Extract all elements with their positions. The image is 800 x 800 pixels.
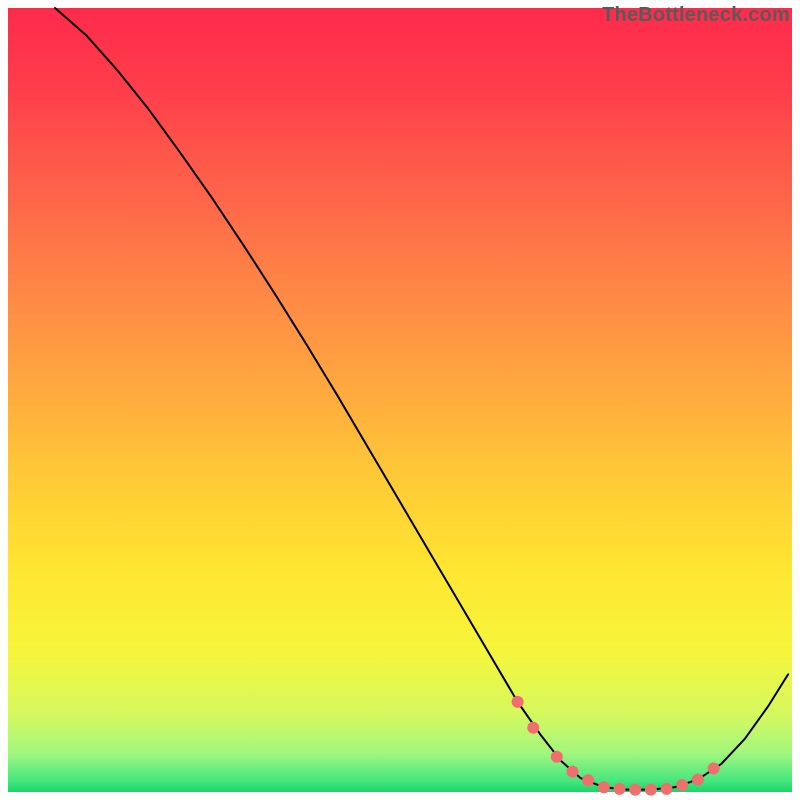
sweet-spot-marker (614, 783, 626, 795)
sweet-spot-marker (566, 766, 578, 778)
watermark-text: TheBottleneck.com (602, 4, 790, 27)
sweet-spot-marker (527, 722, 539, 734)
sweet-spot-marker (512, 696, 524, 708)
sweet-spot-marker (598, 781, 610, 793)
bottleneck-chart (0, 0, 800, 800)
sweet-spot-marker (676, 779, 688, 791)
sweet-spot-marker (582, 774, 594, 786)
sweet-spot-marker (661, 783, 673, 795)
sweet-spot-marker (692, 773, 704, 785)
sweet-spot-marker (708, 762, 720, 774)
chart-background (8, 8, 792, 792)
sweet-spot-marker (645, 784, 657, 796)
sweet-spot-marker (551, 751, 563, 763)
chart-stage: TheBottleneck.com (0, 0, 800, 800)
sweet-spot-marker (629, 784, 641, 796)
